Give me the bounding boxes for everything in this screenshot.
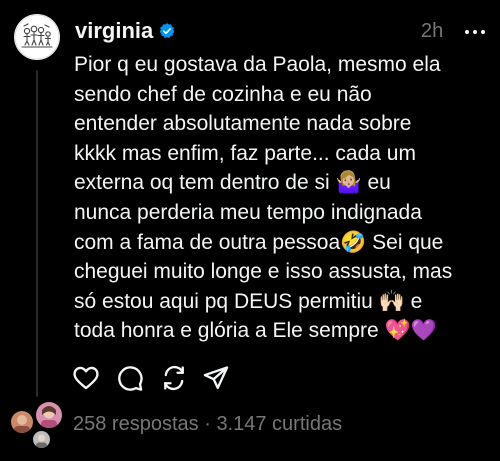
verified-badge-icon: [159, 23, 175, 38]
replies-count[interactable]: 258 respostas: [73, 413, 199, 435]
like-button[interactable]: [72, 364, 100, 392]
avatar-image: [11, 411, 33, 433]
avatar-image: [36, 402, 62, 428]
thread-connector-line: [36, 70, 38, 397]
replier-avatar-3: [31, 429, 52, 450]
heart-icon: [73, 366, 99, 390]
author-avatar[interactable]: [14, 14, 60, 60]
post-text: Pior q eu gostava da Paola, mesmo ela se…: [74, 53, 453, 343]
repost-icon: [164, 365, 184, 391]
author-username[interactable]: virginia: [75, 17, 153, 45]
post-engagement-stats: 258 respostas · 3.147 curtidas: [73, 411, 342, 437]
send-icon: [203, 366, 229, 390]
post-timestamp: 2h: [421, 20, 444, 42]
reply-button[interactable]: [116, 364, 144, 392]
family-drawing-logo: [14, 14, 60, 60]
avatar-image: [33, 431, 50, 448]
replier-avatar-1: [9, 409, 35, 435]
share-button[interactable]: [202, 364, 230, 392]
more-options-icon[interactable]: [459, 18, 491, 44]
comment-icon: [118, 366, 143, 391]
replier-avatar-2: [34, 400, 64, 430]
stats-separator: ·: [204, 413, 211, 435]
likes-count[interactable]: 3.147 curtidas: [216, 413, 342, 435]
repost-button[interactable]: [160, 364, 188, 392]
